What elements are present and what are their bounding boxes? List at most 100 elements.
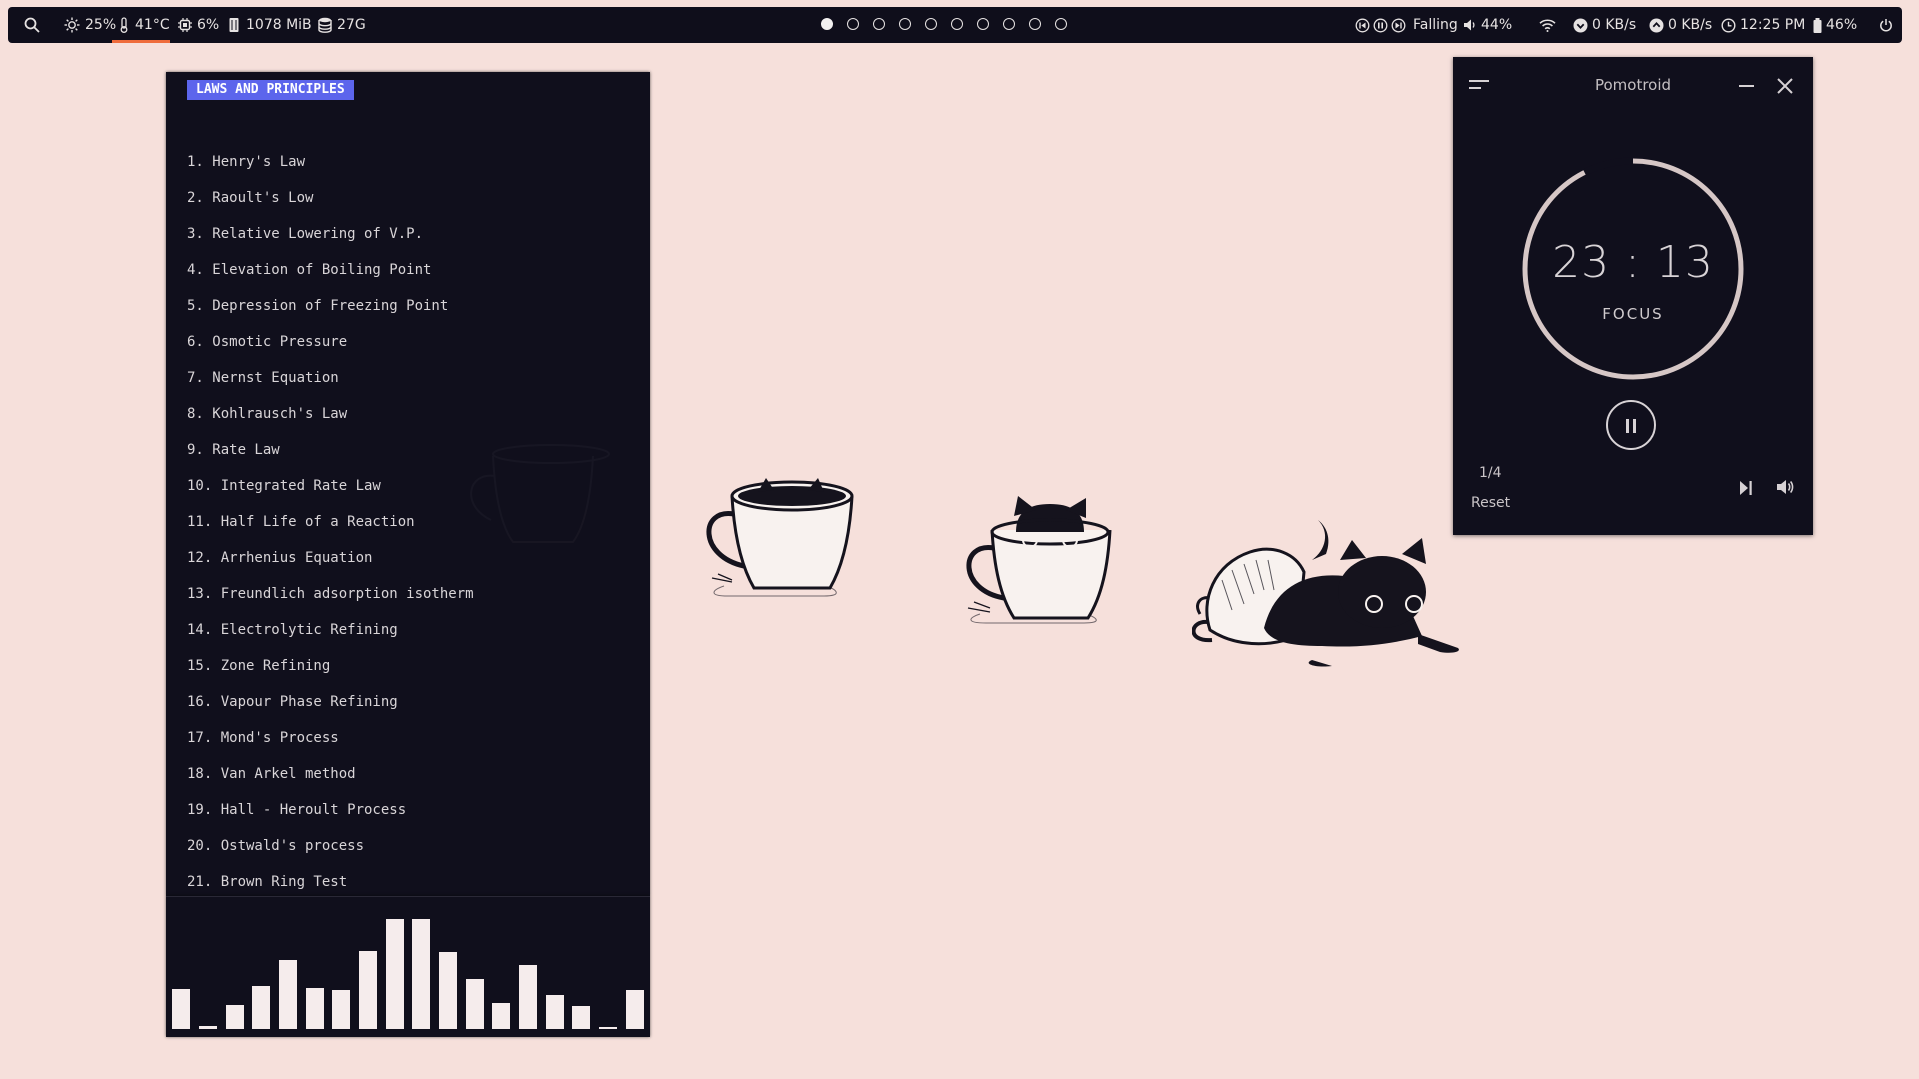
minimize-icon[interactable] bbox=[1739, 85, 1754, 87]
workspace-indicator bbox=[821, 18, 1067, 30]
search-button[interactable] bbox=[24, 7, 40, 43]
list-item: 12. Arrhenius Equation bbox=[187, 550, 373, 566]
laws-panel: LAWS AND PRINCIPLES 1. Henry's Law 2. Rao… bbox=[166, 72, 650, 896]
brightness-widget[interactable]: 25% bbox=[64, 7, 116, 43]
clock-widget[interactable]: 12:25 PM bbox=[1721, 7, 1805, 43]
visualizer-bar bbox=[465, 979, 484, 1029]
list-item: 14. Electrolytic Refining bbox=[187, 622, 398, 638]
workspace-dot-4[interactable] bbox=[899, 18, 911, 30]
workspace-dot-2[interactable] bbox=[847, 18, 859, 30]
disk-widget[interactable]: 27G bbox=[318, 7, 366, 43]
cat-tipped-cup-illustration bbox=[1192, 520, 1459, 667]
download-arrow-icon bbox=[1573, 18, 1588, 32]
cpu-widget[interactable]: 6% bbox=[178, 7, 219, 43]
list-item: 4. Elevation of Boiling Point bbox=[187, 262, 432, 278]
workspace-dot-6[interactable] bbox=[951, 18, 963, 30]
reset-button[interactable]: Reset bbox=[1471, 495, 1510, 511]
laws-list: 1. Henry's Law 2. Raoult's Low 3. Relative… bbox=[187, 152, 474, 908]
visualizer-bar bbox=[305, 988, 324, 1029]
upload-arrow-icon bbox=[1649, 18, 1664, 32]
list-item: 6. Osmotic Pressure bbox=[187, 334, 348, 350]
battery-widget[interactable]: 46% bbox=[1813, 7, 1857, 43]
volume-widget[interactable]: 44% bbox=[1463, 7, 1512, 43]
upload-speed: 0 KB/s bbox=[1668, 17, 1713, 33]
workspace-dot-9[interactable] bbox=[1029, 18, 1041, 30]
visualizer-bar bbox=[412, 919, 431, 1029]
list-item: 18. Van Arkel method bbox=[187, 766, 356, 782]
timer-mode: FOCUS bbox=[1602, 305, 1664, 323]
volume-value: 44% bbox=[1481, 17, 1513, 33]
memory-widget[interactable]: 1078 MiB bbox=[228, 7, 312, 43]
media-controls: Falling bbox=[1355, 7, 1458, 43]
workspace-dot-8[interactable] bbox=[1003, 18, 1015, 30]
visualizer-bars bbox=[168, 909, 648, 1029]
workspace-dot-1[interactable] bbox=[821, 18, 833, 30]
timer-display: 23 : 13 bbox=[1552, 237, 1714, 288]
visualizer-bar bbox=[385, 919, 404, 1029]
visualizer-bar bbox=[519, 965, 537, 1029]
battery-value: 46% bbox=[1826, 17, 1858, 33]
list-item: 3. Relative Lowering of V.P. bbox=[187, 226, 424, 242]
workspace-dot-10[interactable] bbox=[1055, 18, 1067, 30]
cat-in-cup-peeking-illustration bbox=[706, 478, 854, 597]
visualizer-bar bbox=[252, 986, 271, 1029]
download-speed: 0 KB/s bbox=[1592, 17, 1637, 33]
thermometer-icon bbox=[120, 17, 128, 33]
database-icon bbox=[318, 17, 332, 33]
volume-icon bbox=[1464, 19, 1475, 31]
memory-icon bbox=[229, 18, 239, 32]
visualizer-bar bbox=[625, 990, 644, 1029]
brightness-icon bbox=[64, 17, 80, 33]
top-bar: 25% 41°C 6% 1078 MiB 27G Falling 44% 0 K… bbox=[8, 7, 1902, 43]
media-title: Falling bbox=[1413, 17, 1458, 33]
visualizer-bar bbox=[199, 1026, 217, 1029]
list-item: 11. Half Life of a Reaction bbox=[187, 514, 415, 530]
download-widget: 0 KB/s bbox=[1573, 7, 1636, 43]
media-previous-icon[interactable] bbox=[1355, 18, 1370, 33]
list-item: 17. Mond's Process bbox=[187, 730, 339, 746]
list-item: 9. Rate Law bbox=[187, 442, 280, 458]
clock-icon bbox=[1721, 17, 1736, 33]
laws-header: LAWS AND PRINCIPLES bbox=[187, 80, 354, 100]
list-item: 1. Henry's Law bbox=[187, 154, 306, 170]
temperature-indicator bbox=[112, 40, 170, 43]
list-item: 20. Ostwald's process bbox=[187, 838, 365, 854]
power-button[interactable] bbox=[1879, 7, 1893, 43]
media-next-icon[interactable] bbox=[1391, 18, 1406, 33]
cpu-icon bbox=[178, 18, 192, 32]
pomotroid-window: Pomotroid 23 : 13 FOCUS 1/4 Reset bbox=[1453, 57, 1813, 535]
disk-value: 27G bbox=[337, 17, 366, 33]
brightness-value: 25% bbox=[85, 17, 117, 33]
visualizer-bar bbox=[572, 1006, 591, 1029]
list-item: 16. Vapour Phase Refining bbox=[187, 694, 398, 710]
list-item: 7. Nernst Equation bbox=[187, 370, 339, 386]
pause-button[interactable] bbox=[1606, 400, 1656, 450]
workspace-dot-7[interactable] bbox=[977, 18, 989, 30]
close-icon[interactable] bbox=[1776, 77, 1794, 95]
battery-icon bbox=[1813, 17, 1822, 33]
skip-icon[interactable] bbox=[1739, 480, 1753, 496]
pause-icon-bar bbox=[1633, 419, 1636, 433]
visualizer-bar bbox=[439, 952, 457, 1029]
workspace-dot-5[interactable] bbox=[925, 18, 937, 30]
wifi-icon bbox=[1539, 19, 1556, 32]
temperature-value: 41°C bbox=[135, 17, 170, 33]
search-icon bbox=[24, 17, 40, 33]
temperature-widget[interactable]: 41°C bbox=[119, 7, 170, 43]
memory-value: 1078 MiB bbox=[246, 17, 312, 33]
volume-icon[interactable] bbox=[1776, 479, 1794, 495]
wifi-widget[interactable] bbox=[1539, 7, 1556, 43]
upload-widget: 0 KB/s bbox=[1649, 7, 1712, 43]
faint-cup-decoration bbox=[470, 444, 610, 543]
clock-time: 12:25 PM bbox=[1740, 17, 1806, 33]
list-item: 5. Depression of Freezing Point bbox=[187, 298, 449, 314]
workspace-dot-3[interactable] bbox=[873, 18, 885, 30]
visualizer-bar bbox=[332, 990, 351, 1029]
power-icon bbox=[1880, 19, 1892, 32]
media-pause-icon[interactable] bbox=[1373, 18, 1388, 33]
visualizer-bar bbox=[492, 1003, 511, 1029]
list-item: 15. Zone Refining bbox=[187, 658, 331, 674]
list-item: 19. Hall - Heroult Process bbox=[187, 802, 407, 818]
visualizer-bar bbox=[172, 989, 191, 1029]
list-item: 8. Kohlrausch's Law bbox=[187, 406, 348, 422]
